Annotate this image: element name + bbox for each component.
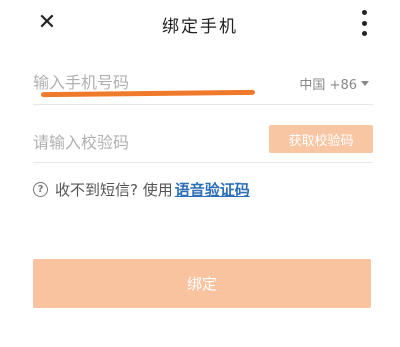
more-dot	[361, 20, 367, 26]
question-circle-icon: ?	[33, 182, 48, 197]
verification-code-input[interactable]	[33, 128, 253, 156]
voice-code-link[interactable]: 语音验证码	[175, 179, 250, 200]
bind-button[interactable]: 绑定	[33, 259, 371, 308]
header: ✕ 绑定手机	[0, 0, 400, 46]
page-title: 绑定手机	[162, 17, 238, 37]
more-vertical-icon[interactable]	[358, 10, 370, 36]
more-dot	[361, 10, 367, 15]
help-line: ? 收不到短信? 使用 语音验证码	[33, 179, 250, 200]
country-code-select[interactable]: 中国 +86	[299, 74, 369, 93]
code-row: 获取校验码	[33, 120, 373, 163]
more-dot	[361, 31, 367, 36]
country-code-label: 中国 +86	[299, 78, 357, 93]
phone-row: 中国 +86	[33, 64, 373, 105]
help-text: 收不到短信? 使用	[55, 181, 173, 199]
annotation-underline	[40, 89, 256, 98]
get-code-button[interactable]: 获取校验码	[269, 125, 373, 153]
caret-down-icon	[361, 81, 369, 86]
